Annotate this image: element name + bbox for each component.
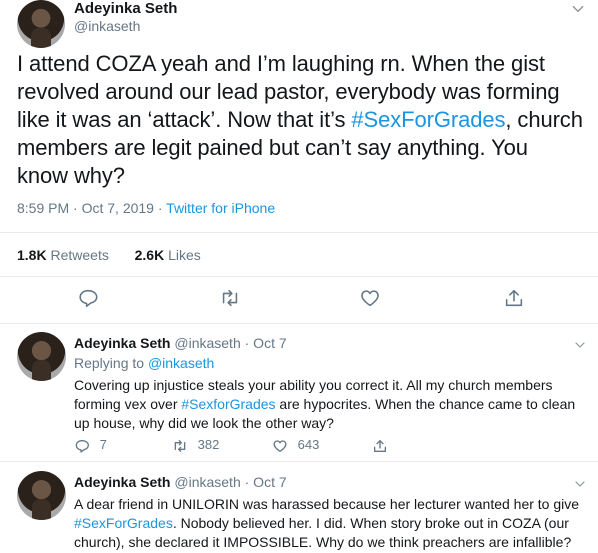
tweet-meta: 8:59 PM · Oct 7, 2019 · Twitter for iPho… bbox=[17, 200, 275, 216]
avatar[interactable] bbox=[17, 471, 66, 520]
tweet-text: I attend COZA yeah and I’m laughing rn. … bbox=[17, 50, 583, 190]
retweets-stat[interactable]: 1.8K Retweets bbox=[17, 247, 109, 263]
like-action[interactable]: 643 bbox=[272, 437, 319, 454]
author-handle[interactable]: @inkaseth bbox=[174, 474, 240, 490]
author-handle[interactable]: @inkaseth bbox=[74, 18, 140, 34]
reply-text-part: A dear friend in UNILORIN was harassed b… bbox=[74, 496, 580, 512]
reply-text: Covering up injustice steals your abilit… bbox=[74, 376, 584, 433]
share-icon bbox=[372, 437, 388, 454]
author-name[interactable]: Adeyinka Seth bbox=[74, 0, 177, 17]
author-name[interactable]: Adeyinka Seth bbox=[74, 474, 170, 490]
avatar[interactable] bbox=[17, 0, 65, 48]
reply-header: Adeyinka Seth @inkaseth · Oct 7 bbox=[74, 335, 287, 351]
chevron-down-icon[interactable] bbox=[574, 478, 586, 490]
reply-icon bbox=[74, 437, 90, 454]
reply-icon[interactable] bbox=[77, 287, 101, 311]
reply-tweet[interactable]: Adeyinka Seth @inkaseth · Oct 7 A dear f… bbox=[0, 462, 598, 553]
reply-date[interactable]: · Oct 7 bbox=[245, 474, 287, 490]
reply-date[interactable]: · Oct 7 bbox=[245, 335, 287, 351]
replying-to: Replying to @inkaseth bbox=[74, 355, 214, 371]
retweet-count: 382 bbox=[197, 437, 220, 452]
tweet-source-link[interactable]: Twitter for iPhone bbox=[166, 200, 275, 216]
replying-to-label: Replying to bbox=[74, 355, 148, 371]
tweet-timestamp[interactable]: 8:59 PM · Oct 7, 2019 bbox=[17, 200, 154, 216]
divider bbox=[0, 232, 598, 233]
retweet-icon[interactable] bbox=[219, 287, 243, 311]
retweets-count: 1.8K bbox=[17, 247, 47, 263]
reply-count: 7 bbox=[99, 437, 107, 452]
author-handle[interactable]: @inkaseth bbox=[174, 335, 240, 351]
likes-count: 2.6K bbox=[134, 247, 165, 263]
like-count: 643 bbox=[297, 437, 320, 452]
heart-icon[interactable] bbox=[359, 287, 383, 311]
chevron-down-icon[interactable] bbox=[571, 2, 585, 16]
replying-to-handle[interactable]: @inkaseth bbox=[148, 355, 214, 371]
reply-actions: 7 382 643 bbox=[74, 437, 386, 457]
retweet-icon bbox=[172, 437, 188, 454]
reply-action[interactable]: 7 bbox=[74, 437, 107, 454]
retweet-action[interactable]: 382 bbox=[172, 437, 219, 454]
reply-header: Adeyinka Seth @inkaseth · Oct 7 bbox=[74, 474, 287, 490]
likes-stat[interactable]: 2.6K Likes bbox=[135, 247, 201, 263]
avatar[interactable] bbox=[17, 332, 66, 381]
retweets-label: Retweets bbox=[50, 247, 109, 263]
hashtag-link[interactable]: #SexForGrades bbox=[74, 515, 173, 531]
heart-icon bbox=[272, 437, 288, 454]
hashtag-link[interactable]: #SexforGrades bbox=[181, 396, 275, 412]
tweet-actions bbox=[0, 287, 598, 317]
tweet-stats: 1.8K Retweets 2.6K Likes bbox=[17, 247, 201, 263]
hashtag-link[interactable]: #SexForGrades bbox=[351, 107, 505, 132]
share-action[interactable] bbox=[372, 437, 388, 454]
author-name[interactable]: Adeyinka Seth bbox=[74, 335, 170, 351]
likes-label: Likes bbox=[168, 247, 201, 263]
share-icon[interactable] bbox=[503, 287, 527, 311]
meta-separator: · bbox=[153, 200, 167, 216]
chevron-down-icon[interactable] bbox=[574, 339, 586, 351]
reply-text: A dear friend in UNILORIN was harassed b… bbox=[74, 495, 584, 552]
reply-tweet[interactable]: Adeyinka Seth @inkaseth · Oct 7 Replying… bbox=[0, 323, 598, 462]
divider bbox=[0, 276, 598, 277]
